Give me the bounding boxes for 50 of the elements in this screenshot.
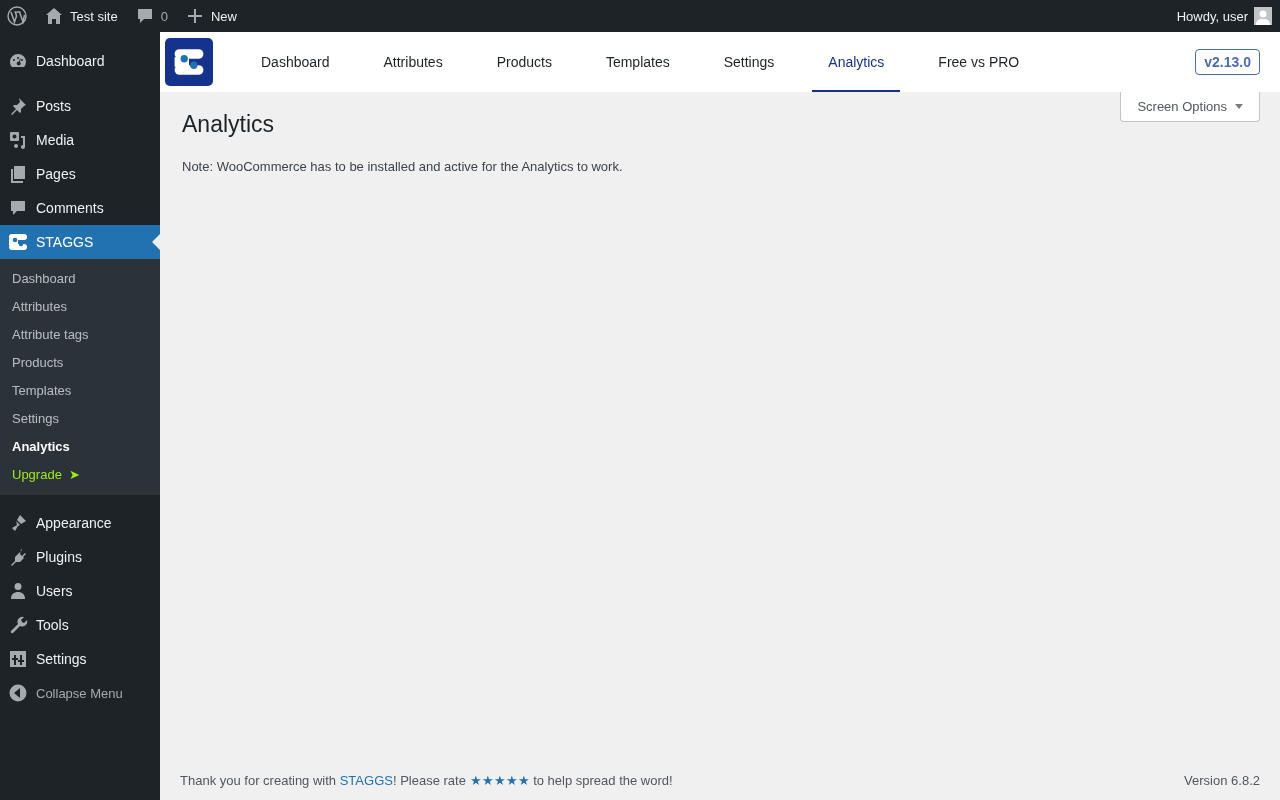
menu-item[interactable]: Settings (0, 642, 160, 676)
caret-icon (1235, 104, 1243, 109)
menu-item[interactable]: Users (0, 574, 160, 608)
site-link[interactable]: Test site (44, 6, 118, 26)
menu-item[interactable]: Tools (0, 608, 160, 642)
footer-text: Thank you for creating with STAGGS! Please rate ★★★★★ to help spread the word! (180, 772, 673, 788)
pages-icon (8, 164, 28, 184)
user-icon (8, 581, 28, 601)
nav-tab[interactable]: Products (480, 32, 568, 92)
submenu-item[interactable]: Dashboard (0, 264, 160, 292)
nav-tab[interactable]: Attributes (367, 32, 459, 92)
wordpress-logo-icon[interactable] (7, 6, 27, 26)
menu-item[interactable]: Plugins (0, 540, 160, 574)
menu-item[interactable]: STAGGS (0, 225, 160, 259)
menu-item[interactable]: Media (0, 123, 160, 157)
nav-tab[interactable]: Templates (589, 32, 686, 92)
menu-item[interactable]: Comments (0, 191, 160, 225)
nav-tab[interactable]: Settings (707, 32, 791, 92)
submenu-item[interactable]: Upgrade ➤ (0, 460, 160, 488)
wrench-icon (8, 615, 28, 635)
staggs-logo-icon (8, 232, 28, 252)
submenu-item[interactable]: Products (0, 348, 160, 376)
staggs-link[interactable]: STAGGS (339, 772, 393, 788)
rating-link[interactable]: ★★★★★ (469, 772, 530, 788)
submenu-item[interactable]: Attribute tags (0, 320, 160, 348)
menu-item[interactable]: Dashboard (0, 44, 160, 78)
house-icon (44, 6, 64, 26)
menu-item[interactable]: Pages (0, 157, 160, 191)
comments-link[interactable]: 0 (134, 6, 168, 26)
nav-tab[interactable]: Free vs PRO (922, 32, 1036, 92)
menu-item[interactable]: Posts (0, 89, 160, 123)
note-text: Note: WooCommerce has to be installed and active for the Analytics to work. (182, 159, 624, 174)
menu-item[interactable]: Appearance (0, 506, 160, 540)
submenu-item[interactable]: Attributes (0, 292, 160, 320)
staggs-logo-icon[interactable] (165, 38, 213, 86)
nav-tab[interactable]: Dashboard (245, 32, 346, 92)
screen-options-button[interactable]: Screen Options (1120, 92, 1260, 122)
version-badge: v2.13.0 (1195, 49, 1260, 75)
speech-bubble-icon (8, 198, 28, 218)
collapse-menu-button[interactable]: Collapse Menu (0, 676, 160, 710)
sliders-icon (8, 649, 28, 669)
new-link[interactable]: New (184, 6, 237, 26)
account-link[interactable]: Howdy, user (1176, 7, 1272, 25)
submenu-item[interactable]: Templates (0, 376, 160, 404)
media-icon (8, 130, 28, 150)
nav-tab[interactable]: Analytics (812, 32, 901, 92)
submenu-item[interactable]: Analytics (0, 432, 160, 460)
submenu-item[interactable]: Settings (0, 404, 160, 432)
version-text: Version 6.8.2 (1184, 772, 1260, 788)
page-title: Analytics (182, 111, 276, 138)
